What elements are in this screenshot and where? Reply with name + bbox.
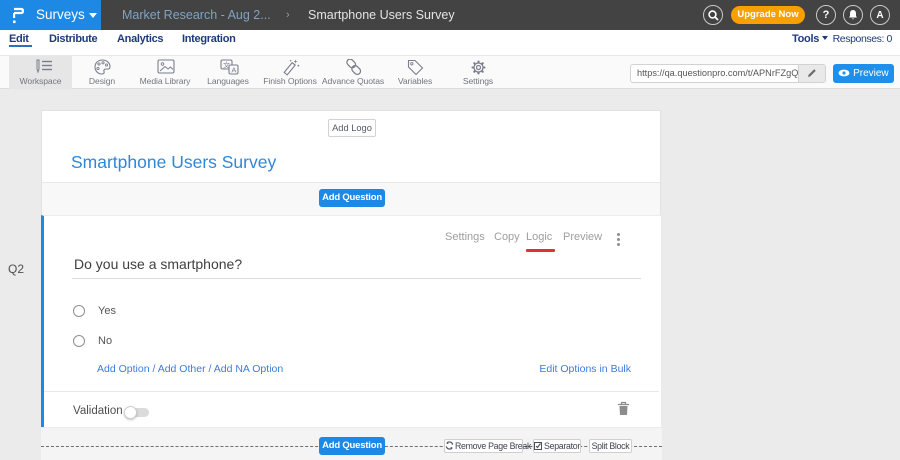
svg-text:A: A bbox=[231, 65, 236, 74]
